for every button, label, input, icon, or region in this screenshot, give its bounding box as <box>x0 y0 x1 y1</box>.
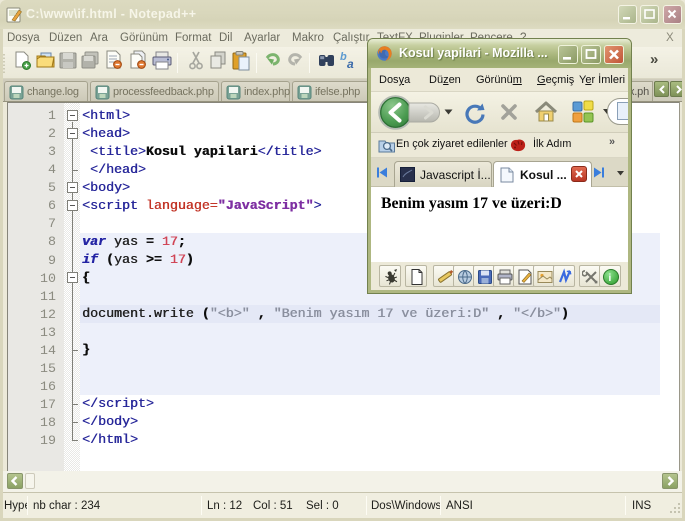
svg-text:i: i <box>609 273 612 284</box>
svg-text:b: b <box>340 51 347 63</box>
svg-text:a: a <box>347 57 354 71</box>
